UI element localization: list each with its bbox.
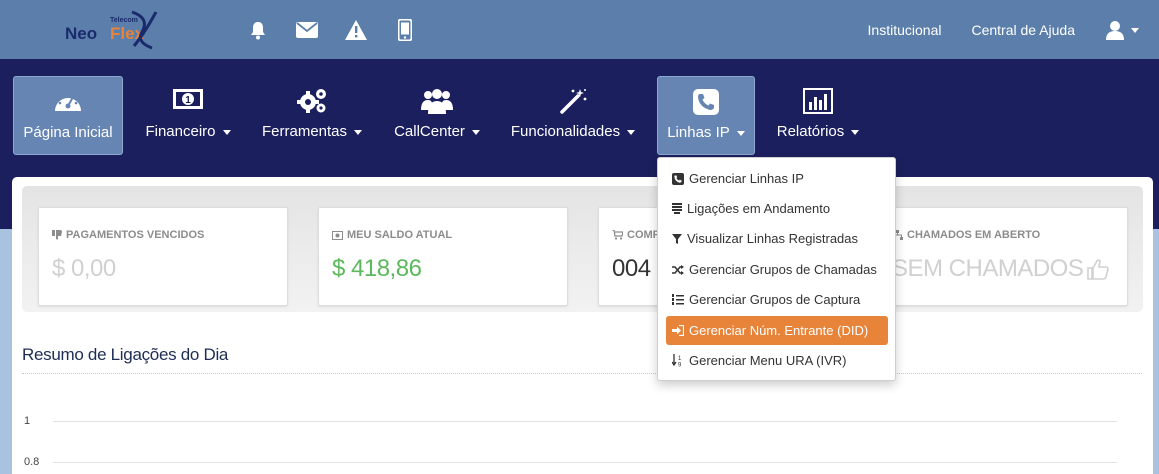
chevron-down-icon: [851, 130, 860, 135]
nav-callcenter[interactable]: CallCenter: [388, 76, 486, 155]
y-tick-label: 1: [24, 415, 31, 427]
users-icon: [388, 88, 486, 114]
main-panel: PAGAMENTOS VENCIDOS $ 0,00 MEU SALDO ATU…: [12, 177, 1153, 474]
linhas-ip-dropdown: Gerenciar Linhas IP Ligações em Andament…: [657, 157, 896, 381]
envelope-icon[interactable]: [282, 17, 331, 43]
logo-word-neo: Neo: [65, 24, 98, 43]
menu-item-gerenciar-menu-ura[interactable]: 19 Gerenciar Menu URA (IVR): [666, 346, 888, 375]
chart-gridline: [53, 462, 1117, 463]
card-chamados-em-aberto: CHAMADOS EM ABERTO SEM CHAMADOS: [878, 207, 1128, 306]
card-value: SEM CHAMADOS: [892, 255, 1084, 282]
magic-wand-icon: [504, 88, 642, 114]
nav-label-linhas-ip: Linhas IP: [667, 124, 730, 141]
section-divider: [22, 373, 1142, 374]
list-icon: [672, 203, 682, 214]
nav-financeiro[interactable]: 1 Financeiro: [140, 76, 236, 155]
card-title: PAGAMENTOS VENCIDOS: [66, 229, 205, 241]
nav-linhas-ip[interactable]: Linhas IP: [657, 76, 755, 155]
chevron-down-icon: [1131, 27, 1139, 33]
neoflex-logo[interactable]: Neo Telecom Flex: [62, 8, 158, 50]
nav-funcionalidades[interactable]: Funcionalidades: [504, 76, 642, 155]
menu-item-label: Gerenciar Grupos de Captura: [689, 292, 861, 307]
institucional-link[interactable]: Institucional: [868, 22, 942, 38]
nav-label-pagina-inicial: Página Inicial: [23, 124, 113, 141]
thumbs-down-icon: [52, 230, 62, 240]
chevron-down-icon: [354, 130, 363, 135]
card-title: MEU SALDO ATUAL: [347, 229, 453, 241]
bar-chart-icon: [770, 88, 866, 114]
nav-label-funcionalidades: Funcionalidades: [510, 123, 621, 140]
warning-icon[interactable]: [331, 17, 380, 43]
chart-gridline: [53, 421, 1117, 422]
section-title: Resumo de Ligações do Dia: [22, 345, 229, 364]
menu-item-ligacoes-em-andamento[interactable]: Ligações em Andamento: [666, 194, 888, 223]
nav-relatorios[interactable]: Relatórios: [770, 76, 866, 155]
menu-item-gerenciar-num-entrante[interactable]: Gerenciar Núm. Entrante (DID): [666, 316, 888, 345]
shuffle-icon: [672, 264, 684, 275]
nav-ferramentas[interactable]: Ferramentas: [256, 76, 368, 155]
left-edge-strip: [0, 229, 12, 474]
nav-pagina-inicial[interactable]: Página Inicial: [13, 76, 123, 155]
mobile-icon[interactable]: [380, 17, 429, 43]
right-edge-strip: [1153, 229, 1159, 474]
card-value: $ 418,86: [332, 255, 422, 282]
filter-icon: [672, 233, 682, 244]
chevron-down-icon: [222, 130, 231, 135]
chevron-down-icon: [627, 130, 636, 135]
sort-numeric-icon: 19: [672, 354, 682, 368]
menu-item-visualizar-linhas-registradas[interactable]: Visualizar Linhas Registradas: [666, 224, 888, 253]
menu-item-label: Visualizar Linhas Registradas: [687, 231, 859, 246]
cart-icon: [612, 230, 623, 240]
sign-in-icon: [672, 325, 684, 336]
nav-label-callcenter: CallCenter: [394, 123, 465, 140]
menu-item-gerenciar-grupos-de-chamadas[interactable]: Gerenciar Grupos de Chamadas: [666, 255, 888, 284]
thumbs-up-icon: [1087, 259, 1110, 280]
nav-label-financeiro: Financeiro: [145, 123, 216, 140]
svg-text:1: 1: [678, 356, 682, 362]
card-pagamentos-vencidos: PAGAMENTOS VENCIDOS $ 0,00: [38, 207, 288, 306]
top-bar: Neo Telecom Flex Institucional Central d…: [0, 0, 1159, 59]
user-menu-button[interactable]: [1105, 20, 1139, 40]
money-icon: 1: [140, 88, 236, 110]
chevron-down-icon: [736, 131, 745, 136]
svg-text:9: 9: [678, 363, 682, 368]
card-title: CHAMADOS EM ABERTO: [907, 229, 1041, 241]
gears-icon: [256, 88, 368, 114]
menu-item-label: Gerenciar Linhas IP: [689, 171, 804, 186]
menu-item-gerenciar-grupos-de-captura[interactable]: Gerenciar Grupos de Captura: [666, 285, 888, 314]
phone-square-icon: [658, 89, 754, 115]
card-meu-saldo-atual: MEU SALDO ATUAL $ 418,86: [318, 207, 568, 306]
dashboard-icon: [14, 89, 122, 113]
chevron-down-icon: [471, 130, 480, 135]
nav-label-relatorios: Relatórios: [776, 123, 845, 140]
logo-swoosh-icon: [131, 10, 158, 50]
nav-label-ferramentas: Ferramentas: [261, 123, 348, 140]
menu-item-gerenciar-linhas-ip[interactable]: Gerenciar Linhas IP: [666, 164, 888, 193]
menu-item-label: Ligações em Andamento: [687, 201, 831, 216]
menu-item-label: Gerenciar Núm. Entrante (DID): [689, 323, 869, 338]
money-icon: [332, 230, 343, 240]
bell-icon[interactable]: [233, 17, 282, 43]
svg-text:1: 1: [185, 95, 191, 106]
phone-square-icon: [672, 172, 684, 185]
card-value: $ 0,00: [52, 255, 116, 282]
card-title: COMP: [627, 229, 660, 241]
menu-item-label: Gerenciar Grupos de Chamadas: [689, 262, 877, 277]
menu-item-label: Gerenciar Menu URA (IVR): [689, 353, 847, 368]
user-icon: [1106, 21, 1124, 40]
y-tick-label: 0.8: [24, 456, 40, 468]
list-ol-icon: [672, 294, 684, 305]
central-de-ajuda-link[interactable]: Central de Ajuda: [971, 22, 1075, 38]
